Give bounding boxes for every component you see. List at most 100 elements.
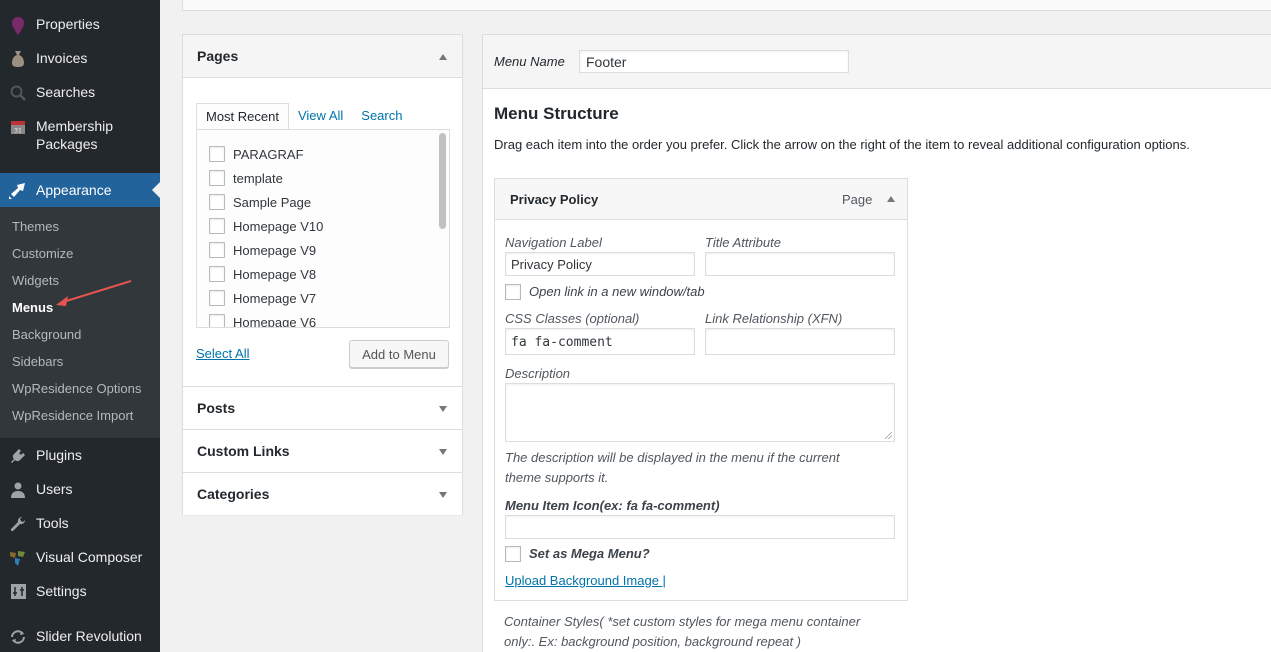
- search-icon: [0, 83, 36, 101]
- tab-most-recent[interactable]: Most Recent: [196, 103, 289, 130]
- sidebar-item-visual-composer[interactable]: Visual Composer: [0, 548, 160, 566]
- description-textarea[interactable]: [505, 383, 895, 442]
- sidebar-item-users[interactable]: Users: [0, 480, 160, 498]
- sidebar-item-properties[interactable]: Properties: [0, 15, 160, 35]
- description-note-line-2: theme supports it.: [505, 470, 609, 485]
- accordion-posts[interactable]: Posts: [183, 386, 462, 429]
- submenu-item-themes[interactable]: Themes: [12, 219, 59, 234]
- page-list-item[interactable]: Homepage V8: [209, 266, 316, 282]
- visual-composer-icon: [0, 548, 36, 566]
- refresh-icon: [0, 627, 36, 645]
- accordion-categories[interactable]: Categories: [183, 472, 462, 515]
- submenu-item-wpresidence-options[interactable]: WpResidence Options: [12, 381, 141, 396]
- page-list-item[interactable]: Homepage V6: [209, 314, 316, 327]
- page-checkbox[interactable]: [209, 290, 225, 306]
- upload-background-image-link[interactable]: Upload Background Image |: [505, 573, 666, 588]
- page-list-item[interactable]: template: [209, 170, 283, 186]
- page-checkbox[interactable]: [209, 242, 225, 258]
- settings-sliders-icon: [0, 582, 36, 599]
- submenu-item-menus[interactable]: Menus: [12, 300, 53, 315]
- sidebar-item-searches[interactable]: Searches: [0, 83, 160, 101]
- menu-item-title: Privacy Policy: [510, 192, 599, 207]
- navigation-label-label: Navigation Label: [505, 235, 602, 250]
- collapse-arrow-icon[interactable]: [887, 196, 895, 202]
- pages-metabox: Pages Most Recent View All Search PARAGR…: [182, 34, 463, 515]
- container-styles-note-line-2: only:. Ex: background position, backgrou…: [504, 634, 802, 649]
- menu-edit-panel: Menu Name Menu Structure Drag each item …: [482, 34, 1271, 652]
- page-list-item[interactable]: PARAGRAF: [209, 146, 304, 162]
- admin-sidebar: Properties Invoices Searches 31 Membersh…: [0, 0, 160, 652]
- expand-arrow-icon[interactable]: [439, 406, 447, 412]
- link-relationship-input[interactable]: [705, 328, 895, 355]
- menu-item-privacy-policy: Privacy Policy Page Navigation Label Tit…: [494, 178, 908, 601]
- css-classes-label: CSS Classes (optional): [505, 311, 640, 326]
- submenu-item-wpresidence-import[interactable]: WpResidence Import: [12, 408, 133, 423]
- plugin-icon: [0, 446, 36, 464]
- page-list-item[interactable]: Homepage V7: [209, 290, 316, 306]
- user-icon: [0, 480, 36, 498]
- submenu-item-sidebars[interactable]: Sidebars: [12, 354, 63, 369]
- page-checkbox[interactable]: [209, 146, 225, 162]
- appearance-submenu: Themes Customize Widgets Menus Backgroun…: [0, 207, 160, 438]
- pages-list: PARAGRAF template Sample Page Homepage V…: [196, 129, 450, 328]
- open-new-tab-checkbox[interactable]: [505, 284, 521, 300]
- page-checkbox[interactable]: [209, 314, 225, 327]
- open-new-tab-label: Open link in a new window/tab: [529, 284, 705, 299]
- page-checkbox[interactable]: [209, 218, 225, 234]
- title-attribute-label: Title Attribute: [705, 235, 781, 250]
- money-bag-icon: [0, 49, 36, 67]
- title-attribute-input[interactable]: [705, 252, 895, 276]
- page-checkbox[interactable]: [209, 194, 225, 210]
- collapse-arrow-icon[interactable]: [439, 54, 447, 60]
- css-classes-input[interactable]: [505, 328, 695, 355]
- menu-item-icon-input[interactable]: [505, 515, 895, 539]
- select-all-link[interactable]: Select All: [196, 346, 249, 361]
- mega-menu-checkbox[interactable]: [505, 546, 521, 562]
- sidebar-item-tools[interactable]: Tools: [0, 514, 160, 532]
- menu-header: Menu Name: [483, 35, 1271, 89]
- sidebar-item-plugins[interactable]: Plugins: [0, 446, 160, 464]
- menu-item-header[interactable]: Privacy Policy Page: [495, 179, 907, 220]
- menu-item-type: Page: [842, 192, 873, 207]
- wrench-icon: [0, 514, 36, 532]
- tab-view-all[interactable]: View All: [289, 103, 352, 130]
- sidebar-item-settings[interactable]: Settings: [0, 582, 160, 600]
- accordion-custom-links[interactable]: Custom Links: [183, 429, 462, 472]
- page-checkbox[interactable]: [209, 266, 225, 282]
- menu-name-input[interactable]: [579, 50, 849, 73]
- sidebar-item-membership-packages[interactable]: 31 Membership Packages: [0, 117, 160, 153]
- page-list-item[interactable]: Homepage V9: [209, 242, 316, 258]
- navigation-label-input[interactable]: [505, 252, 695, 276]
- menu-item-icon-label: Menu Item Icon(ex: fa fa-comment): [505, 498, 720, 513]
- tab-search[interactable]: Search: [352, 103, 411, 130]
- expand-arrow-icon[interactable]: [439, 492, 447, 498]
- page-list-item[interactable]: Homepage V10: [209, 218, 323, 234]
- map-pin-icon: [0, 15, 36, 35]
- submenu-item-background[interactable]: Background: [12, 327, 81, 342]
- sidebar-item-slider-revolution[interactable]: Slider Revolution: [0, 627, 160, 645]
- top-panel-edge: [182, 0, 1271, 11]
- calendar-icon: 31: [0, 117, 36, 134]
- sidebar-item-appearance[interactable]: Appearance: [0, 173, 160, 207]
- sidebar-item-invoices[interactable]: Invoices: [0, 49, 160, 67]
- svg-text:31: 31: [14, 128, 22, 135]
- expand-arrow-icon[interactable]: [439, 449, 447, 455]
- mega-menu-label: Set as Mega Menu?: [529, 546, 650, 561]
- pages-metabox-header[interactable]: Pages: [183, 35, 462, 78]
- pages-tabs: Most Recent View All Search: [196, 103, 411, 130]
- page-list-item[interactable]: Sample Page: [209, 194, 311, 210]
- submenu-item-customize[interactable]: Customize: [12, 246, 73, 261]
- container-styles-note-line-1: Container Styles( *set custom styles for…: [504, 614, 861, 629]
- paintbrush-icon: [0, 181, 36, 199]
- link-relationship-label: Link Relationship (XFN): [705, 311, 843, 326]
- description-label: Description: [505, 366, 571, 381]
- menu-name-label: Menu Name: [494, 54, 565, 69]
- description-note-line-1: The description will be displayed in the…: [505, 450, 840, 465]
- submenu-item-widgets[interactable]: Widgets: [12, 273, 59, 288]
- add-to-menu-button[interactable]: Add to Menu: [349, 340, 449, 368]
- menu-structure-title: Menu Structure: [494, 104, 619, 123]
- pages-list-scrollbar[interactable]: [439, 133, 446, 229]
- page-checkbox[interactable]: [209, 170, 225, 186]
- pages-metabox-title: Pages: [197, 48, 239, 64]
- resize-handle-icon[interactable]: [885, 432, 892, 439]
